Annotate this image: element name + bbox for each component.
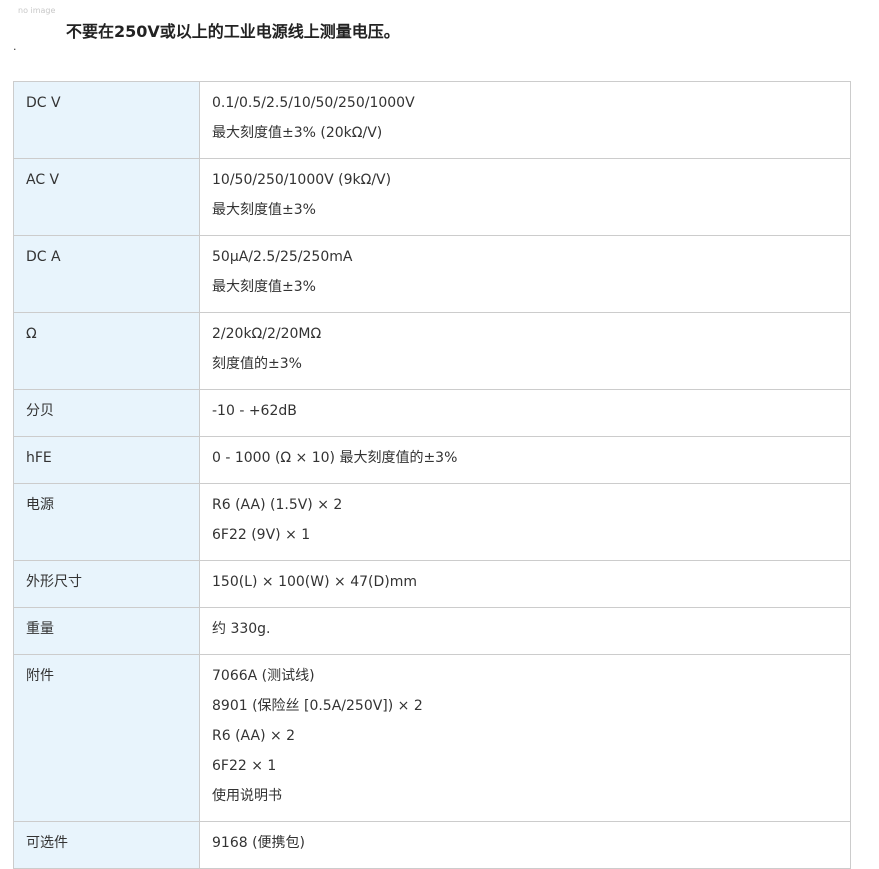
spec-value-line: R6 (AA) (1.5V) × 2 (212, 497, 343, 513)
spec-value: 50μA/2.5/25/250mA 最大刻度值±3% (199, 235, 851, 313)
spec-value: 150(L) × 100(W) × 47(D)mm (199, 560, 851, 608)
spec-row: 附件 7066A (测试线) 8901 (保险丝 [0.5A/250V]) × 2 R… (13, 654, 851, 822)
spec-row: 可选件 9168 (便携包) (13, 821, 851, 869)
spec-value-line: 50μA/2.5/25/250mA (212, 249, 353, 265)
spec-value-line: 6F22 × 1 (212, 758, 277, 774)
spec-label: hFE (13, 436, 200, 484)
spec-value: R6 (AA) (1.5V) × 2 6F22 (9V) × 1 (199, 483, 851, 561)
spec-value-line: 150(L) × 100(W) × 47(D)mm (212, 574, 417, 590)
spec-value-line: 7066A (测试线) (212, 668, 315, 684)
spec-row: 电源 R6 (AA) (1.5V) × 2 6F22 (9V) × 1 (13, 483, 851, 561)
no-image-placeholder: no image (18, 6, 56, 15)
spec-label: 分贝 (13, 389, 200, 437)
spec-row: Ω 2/20kΩ/2/20MΩ 刻度值的±3% (13, 312, 851, 390)
spec-label: DC V (13, 81, 200, 159)
spec-label: 可选件 (13, 821, 200, 869)
stray-mark: . (13, 40, 17, 53)
spec-row: AC V 10/50/250/1000V (9kΩ/V) 最大刻度值±3% (13, 158, 851, 236)
spec-value: 约 330g. (199, 607, 851, 655)
spec-label: 重量 (13, 607, 200, 655)
spec-label: Ω (13, 312, 200, 390)
spec-value: 0 - 1000 (Ω × 10) 最大刻度值的±3% (199, 436, 851, 484)
spec-value-line: 8901 (保险丝 [0.5A/250V]) × 2 (212, 698, 423, 714)
spec-row: DC A 50μA/2.5/25/250mA 最大刻度值±3% (13, 235, 851, 313)
spec-value-line: 2/20kΩ/2/20MΩ (212, 326, 322, 342)
spec-value-line: 最大刻度值±3% (212, 202, 316, 218)
spec-value-line: 约 330g. (212, 621, 271, 637)
spec-value: 9168 (便携包) (199, 821, 851, 869)
spec-value-line: -10 - +62dB (212, 403, 297, 419)
spec-row: 外形尺寸 150(L) × 100(W) × 47(D)mm (13, 560, 851, 608)
spec-label: AC V (13, 158, 200, 236)
spec-value: 2/20kΩ/2/20MΩ 刻度值的±3% (199, 312, 851, 390)
spec-value-line: 6F22 (9V) × 1 (212, 527, 311, 543)
spec-label: 外形尺寸 (13, 560, 200, 608)
spec-row: 重量约 330g. (13, 607, 851, 655)
spec-table: DC V 0.1/0.5/2.5/10/50/250/1000V 最大刻度值±3% … (13, 81, 851, 869)
safety-warning: 不要在250V或以上的工业电源线上测量电压。 (66, 22, 400, 41)
spec-value-line: 10/50/250/1000V (9kΩ/V) (212, 172, 392, 188)
spec-table-body: DC V 0.1/0.5/2.5/10/50/250/1000V 最大刻度值±3% … (13, 81, 851, 869)
spec-value: 7066A (测试线) 8901 (保险丝 [0.5A/250V]) × 2 R6 … (199, 654, 851, 822)
spec-label: DC A (13, 235, 200, 313)
spec-label: 电源 (13, 483, 200, 561)
spec-row: 分贝 -10 - +62dB (13, 389, 851, 437)
spec-value: -10 - +62dB (199, 389, 851, 437)
spec-row: hFE 0 - 1000 (Ω × 10) 最大刻度值的±3% (13, 436, 851, 484)
spec-value: 10/50/250/1000V (9kΩ/V) 最大刻度值±3% (199, 158, 851, 236)
spec-value-line: 最大刻度值±3% (20kΩ/V) (212, 125, 383, 141)
spec-row: DC V 0.1/0.5/2.5/10/50/250/1000V 最大刻度值±3% … (13, 81, 851, 159)
spec-value-line: 0.1/0.5/2.5/10/50/250/1000V (212, 95, 415, 111)
spec-value-line: 刻度值的±3% (212, 356, 302, 372)
spec-label: 附件 (13, 654, 200, 822)
spec-value-line: 最大刻度值±3% (212, 279, 316, 295)
spec-value-line: 使用说明书 (212, 788, 282, 804)
spec-value-line: 0 - 1000 (Ω × 10) 最大刻度值的±3% (212, 450, 458, 466)
spec-value-line: R6 (AA) × 2 (212, 728, 296, 744)
spec-value: 0.1/0.5/2.5/10/50/250/1000V 最大刻度值±3% (20k… (199, 81, 851, 159)
spec-value-line: 9168 (便携包) (212, 835, 306, 851)
